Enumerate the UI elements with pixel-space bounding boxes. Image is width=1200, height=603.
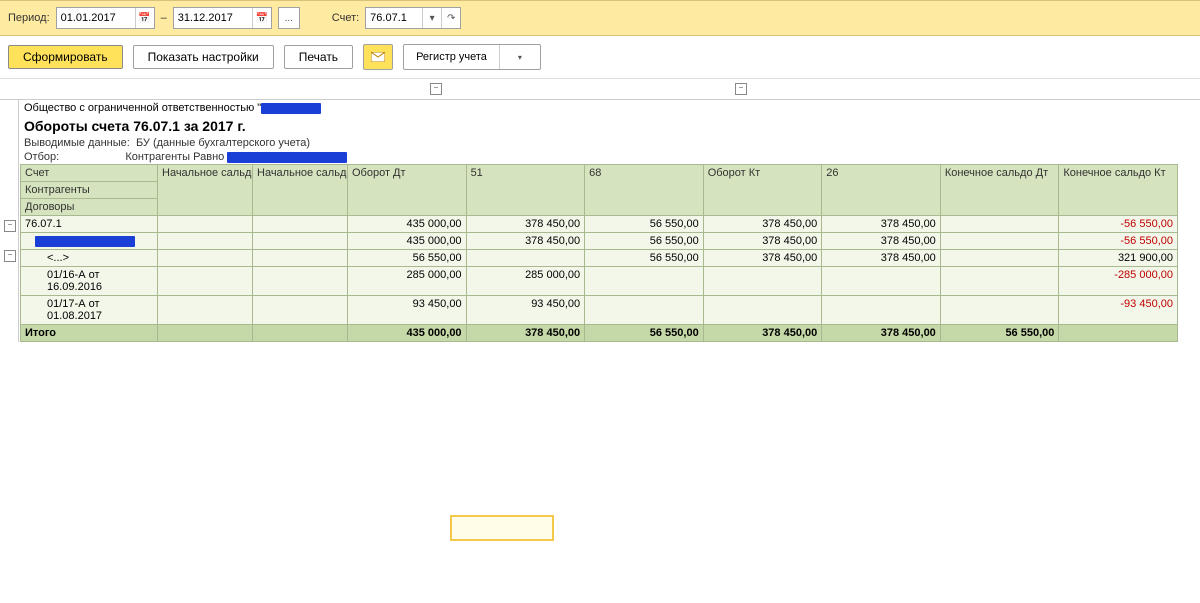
col-51: 51 [466,165,585,216]
col-credit: Оборот Кт [703,165,822,216]
calendar-icon[interactable]: 📅 [135,8,154,28]
date-from-wrap: 📅 [56,7,155,29]
period-selector-button[interactable]: ... [278,7,300,29]
table-row: 01/16-А от 16.09.2016 285 000,00 285 000… [21,267,1178,296]
col-68: 68 [585,165,704,216]
col-begin-dt: Начальное сальдо Дт [158,165,253,216]
col-debit: Оборот Дт [348,165,467,216]
period-toolbar: Период: 📅 – 📅 ... Счет: ▾ ↷ [0,0,1200,36]
collapse-toggle[interactable]: − [735,83,747,95]
dash: – [161,12,167,24]
report-title: Обороты счета 76.07.1 за 2017 г. [20,116,1200,136]
filter-label: Отбор: [24,151,59,163]
register-label: Регистр учета [404,51,499,63]
generate-button[interactable]: Сформировать [8,45,123,69]
output-value: БУ (данные бухгалтерского учета) [136,137,310,149]
table-row: <...> 56 550,00 56 550,00 378 450,00 378… [21,250,1178,267]
cell-contract: 01/16-А от 16.09.2016 [21,267,158,296]
table-row: 76.07.1 435 000,00 378 450,00 56 550,00 … [21,216,1178,233]
account-label: Счет: [332,12,359,24]
action-toolbar: Сформировать Показать настройки Печать Р… [0,36,1200,79]
collapse-toggle[interactable]: − [4,220,16,232]
calendar-icon[interactable]: 📅 [252,8,271,28]
table-row: 01/17-А от 01.08.2017 93 450,00 93 450,0… [21,296,1178,325]
col-account: Счет [21,165,158,182]
row-gutter: − − [0,100,19,342]
col-begin-kt: Начальное сальдо Кт [253,165,348,216]
cell-contract: 01/17-А от 01.08.2017 [21,296,158,325]
col-contracts: Договоры [21,199,158,216]
filter-value: Контрагенты Равно [125,151,224,163]
email-button[interactable] [363,44,393,70]
report-table: Счет Начальное сальдо Дт Начальное сальд… [20,164,1178,342]
col-end-kt: Конечное сальдо Кт [1059,165,1178,216]
col-26: 26 [822,165,941,216]
period-label: Период: [8,12,50,24]
total-label: Итого [21,325,158,342]
highlight-box [450,515,554,541]
register-dropdown[interactable]: Регистр учета ▾ [403,44,541,70]
date-to-input[interactable] [174,10,252,26]
envelope-icon [371,52,385,62]
date-to-wrap: 📅 [173,7,272,29]
cell-placeholder: <...> [21,250,158,267]
date-from-input[interactable] [57,10,135,26]
print-button[interactable]: Печать [284,45,353,69]
company-name: Общество с ограниченной ответственностью… [20,100,1200,116]
company-prefix: Общество с ограниченной ответственностью… [24,102,261,114]
total-row: Итого 435 000,00 378 450,00 56 550,00 37… [21,325,1178,342]
chevron-down-icon[interactable]: ▾ [422,8,441,28]
output-label: Выводимые данные: [24,137,130,149]
account-input[interactable] [366,10,422,26]
report-area: − − Общество с ограниченной ответственно… [0,100,1200,342]
filter-row: Отбор: Контрагенты Равно [20,150,1200,164]
account-wrap: ▾ ↷ [365,7,461,29]
header-row: Счет Начальное сальдо Дт Начальное сальд… [21,165,1178,182]
collapse-toggle[interactable]: − [4,250,16,262]
redacted [261,103,321,114]
output-data-row: Выводимые данные: БУ (данные бухгалтерск… [20,136,1200,150]
col-contragents: Контрагенты [21,182,158,199]
cell-contragent [21,233,158,250]
redacted [35,236,135,247]
open-account-icon[interactable]: ↷ [441,8,460,28]
col-end-dt: Конечное сальдо Дт [940,165,1059,216]
cell-account: 76.07.1 [21,216,158,233]
collapse-toggle[interactable]: − [430,83,442,95]
chevron-down-icon: ▾ [499,45,540,69]
show-settings-button[interactable]: Показать настройки [133,45,274,69]
redacted [227,152,347,163]
table-row: 435 000,00 378 450,00 56 550,00 378 450,… [21,233,1178,250]
column-ruler: − − [0,79,1200,100]
